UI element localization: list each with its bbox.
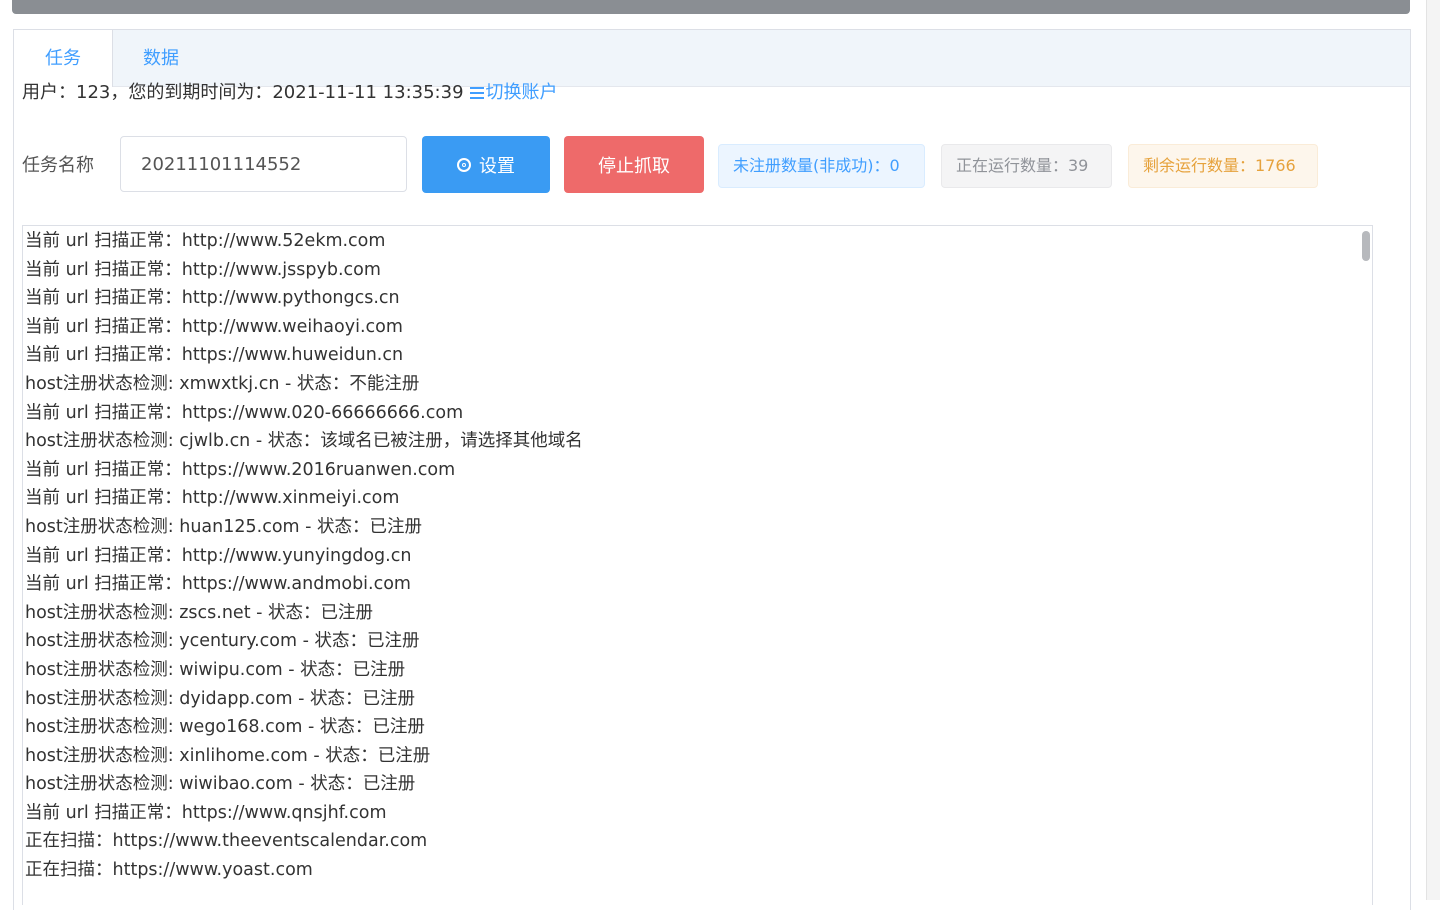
log-line: 当前 url 扫描正常：http://www.xinmeiyi.com [25,488,400,509]
log-line: 正在扫描：https://www.yoast.com [25,860,313,881]
log-line: 当前 url 扫描正常：https://www.020-66666666.com [25,402,464,423]
log-scrollbar-thumb[interactable] [1362,231,1370,261]
log-line: host注册状态检测: zscs.net - 状态：已注册 [25,602,373,623]
log-line: host注册状态检测: wiwibao.com - 状态：已注册 [25,774,416,795]
log-output[interactable]: 当前 url 扫描正常：http://www.52ekm.com 当前 url 扫… [22,225,1373,905]
tab-bar: 任务 数据 [14,30,1410,87]
log-line: host注册状态检测: huan125.com - 状态：已注册 [25,516,423,537]
stop-crawl-button-label: 停止抓取 [598,155,670,177]
log-line: host注册状态检测: wiwipu.com - 状态：已注册 [25,659,406,680]
log-line: host注册状态检测: dyidapp.com - 状态：已注册 [25,688,415,709]
log-line: host注册状态检测: cjwlb.cn - 状态：该域名已被注册，请选择其他域… [25,431,583,452]
log-list: 当前 url 扫描正常：http://www.52ekm.com 当前 url 扫… [25,227,583,885]
stop-crawl-button[interactable]: 停止抓取 [564,136,704,193]
remaining-count-badge: 剩余运行数量：1766 [1128,144,1318,188]
user-info-line: 用户：123，您的到期时间为：2021-11-11 13:35:39 切换账户 [22,80,558,106]
menu-icon [469,87,484,99]
settings-button-label: 设置 [479,155,515,177]
task-name-label: 任务名称 [22,155,94,176]
switch-account-label: 切换账户 [485,82,558,103]
log-line: host注册状态检测: ycentury.com - 状态：已注册 [25,631,420,652]
log-line: host注册状态检测: xinlihome.com - 状态：已注册 [25,745,431,766]
log-line: 当前 url 扫描正常：https://www.qnsjhf.com [25,802,387,823]
tab-data[interactable]: 数据 [113,30,209,87]
log-line: host注册状态检测: xmwxtkj.cn - 状态：不能注册 [25,373,420,394]
log-line: 当前 url 扫描正常：https://www.huweidun.cn [25,345,404,366]
log-line: 正在扫描：https://www.theeventscalendar.com [25,831,428,852]
switch-account-link[interactable]: 切换账户 [469,82,558,103]
gear-icon [457,157,471,172]
window-top-bar [12,0,1410,14]
log-line: 当前 url 扫描正常：https://www.andmobi.com [25,574,411,595]
log-line: 当前 url 扫描正常：http://www.weihaoyi.com [25,316,403,337]
page-scrollbar[interactable] [1426,0,1440,900]
tab-task[interactable]: 任务 [14,30,113,87]
log-line: 当前 url 扫描正常：http://www.yunyingdog.cn [25,545,412,566]
log-line: 当前 url 扫描正常：http://www.jsspyb.com [25,259,381,280]
task-name-input[interactable] [120,136,407,192]
unregistered-count-badge: 未注册数量(非成功)：0 [718,144,925,188]
log-line: host注册状态检测: wego168.com - 状态：已注册 [25,717,425,738]
user-expiry-text: 用户：123，您的到期时间为：2021-11-11 13:35:39 [22,82,464,103]
log-line: 当前 url 扫描正常：http://www.52ekm.com [25,231,386,251]
log-line: 当前 url 扫描正常：http://www.pythongcs.cn [25,288,400,309]
log-line: 当前 url 扫描正常：https://www.2016ruanwen.com [25,459,456,480]
settings-button[interactable]: 设置 [422,136,550,193]
running-count-badge: 正在运行数量：39 [941,144,1112,188]
